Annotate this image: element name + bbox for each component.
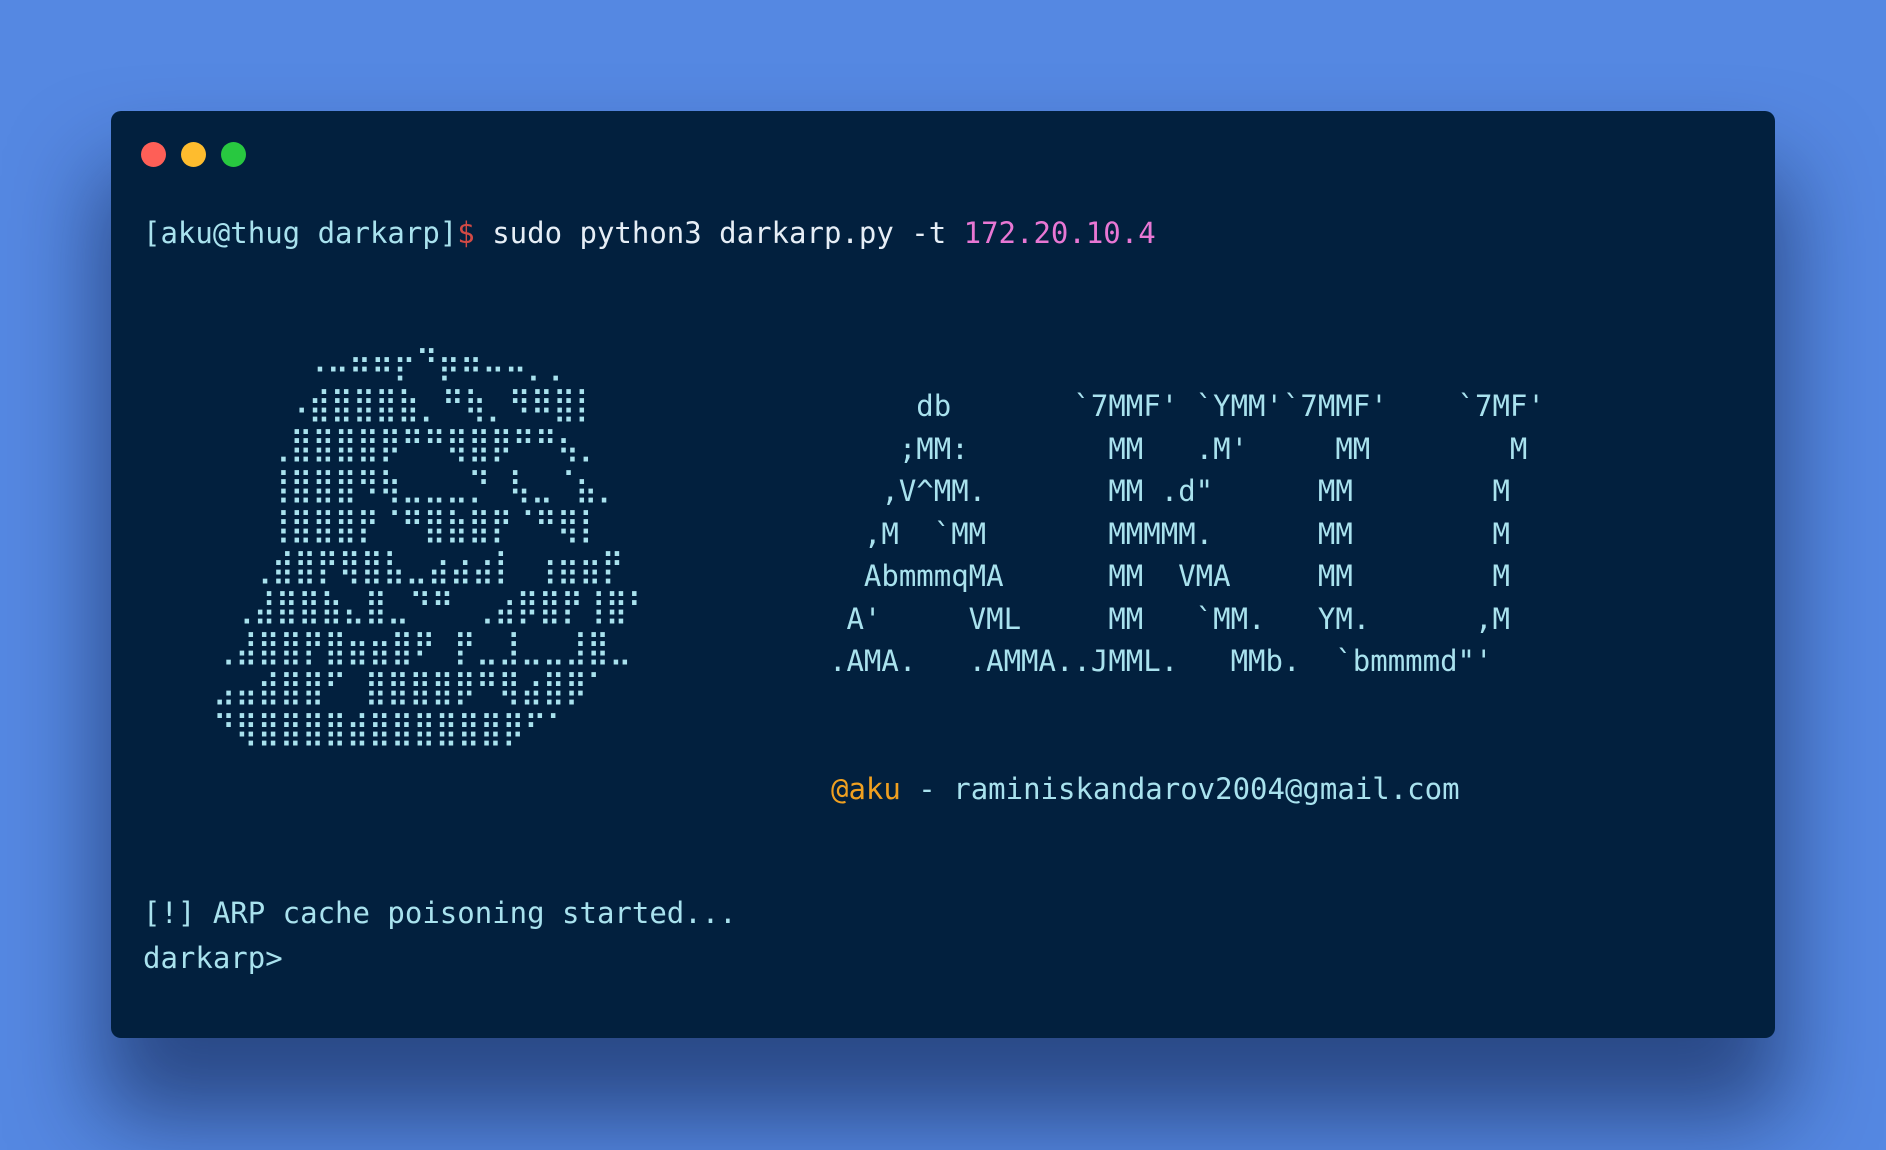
- skull-art-line: ⢸⣿⣿⣿⠻⢷⣀⣀⣀⡙ ⢧⣀⠈⣦⡀: [213, 464, 620, 504]
- author-email: raminiskandarov2004@gmail.com: [953, 772, 1460, 806]
- skull-art-line: ⢀⣼⣿⣿⡟⣿⣶⣶⣿⠟ ⡟⣀⣸⣀⣀⣸⣿⣀: [213, 626, 632, 666]
- banner-line: A' VML MM `MM. YM. ,M: [829, 601, 1510, 636]
- banner-line: ,M `MM MMMMM. MM M: [829, 516, 1510, 551]
- command-text: sudo python3 darkarp.py -t: [474, 216, 964, 250]
- skull-art-line: ⣠⣤⣾⣿⣿⠋ ⣿⣿⣿⣿⡿⠛⢿⣴⣿⡿⠁: [213, 667, 610, 706]
- shell-prompt: [aku@thug darkarp]: [143, 216, 458, 250]
- command-line: [aku@thug darkarp]$ sudo python3 darkarp…: [143, 215, 1156, 251]
- skull-art-line: ⢀⣼⣿⣿⣷⣄⣿⣀⠙⠛ ⢀⣴⡿⣿⡟⢸⣿⠃: [213, 586, 650, 625]
- minimize-window-button[interactable]: [181, 142, 206, 167]
- skull-art-line: ⢀⣾⣿⡟⢿⣿⣧⣀⣴⣴⣴⡇ ⢰⣶⣶⡟: [213, 545, 624, 585]
- author-handle: @aku: [831, 772, 901, 806]
- status-message: [!] ARP cache poisoning started...: [143, 896, 737, 930]
- skull-ascii-art: ⠠⠤⠶⠶⡖⠙⡶⠶⠤⠤⡀⡀ ⠠⣾⣿⣿⣿⣷⡀⠛⢷⡀⠻⠿⣿⡇ ⢀⣿⣿⣿⣿⡿⠛⠛⢿⣿⡿⠛…: [213, 343, 650, 748]
- skull-art-line: ⠠⠤⠶⠶⡖⠙⡶⠶⠤⠤⡀⡀: [213, 343, 572, 382]
- banner-line: .AMA. .AMMA..JMML. MMb. `bmmmmd"': [829, 644, 1493, 678]
- maximize-window-button[interactable]: [221, 142, 246, 167]
- target-ip: 172.20.10.4: [963, 216, 1156, 250]
- close-window-button[interactable]: [141, 142, 166, 167]
- banner-line: ,V^MM. MM .d" MM M: [829, 474, 1510, 508]
- banner-line: AbmmmqMA MM VMA MM M: [829, 559, 1510, 593]
- author-credit: @aku - raminiskandarov2004@gmail.com: [831, 771, 1460, 807]
- skull-art-line: ⠙⢿⣿⣿⣿⣿⣾⣿⣿⣿⣿⣿⣿⡿⠋⠁: [213, 707, 569, 747]
- darkarp-prompt[interactable]: darkarp>: [143, 940, 283, 976]
- skull-art-line: ⢀⣿⣿⣿⣿⡿⠛⠛⢿⣿⡿⠛⠛⢦⡀: [213, 424, 602, 463]
- skull-art-line: ⢸⣿⣿⣿⡟⠈⠛⣿⣷⣿⡟⠈⠛⢿⡇: [213, 505, 602, 544]
- skull-art-line: ⠠⣾⣿⣿⣿⣷⡀⠛⢷⡀⠻⠿⣿⡇: [213, 383, 598, 423]
- credit-separator: -: [900, 772, 954, 806]
- banner-line: db `7MMF' `YMM'`7MMF' `7MF': [829, 389, 1545, 423]
- darkarp-ascii-banner: db `7MMF' `YMM'`7MMF' `7MF' ;MM: MM .M' …: [829, 385, 1545, 683]
- prompt-symbol: $: [457, 216, 475, 250]
- banner-line: ;MM: MM .M' MM M: [829, 431, 1528, 466]
- terminal-window: [aku@thug darkarp]$ sudo python3 darkarp…: [111, 111, 1775, 1038]
